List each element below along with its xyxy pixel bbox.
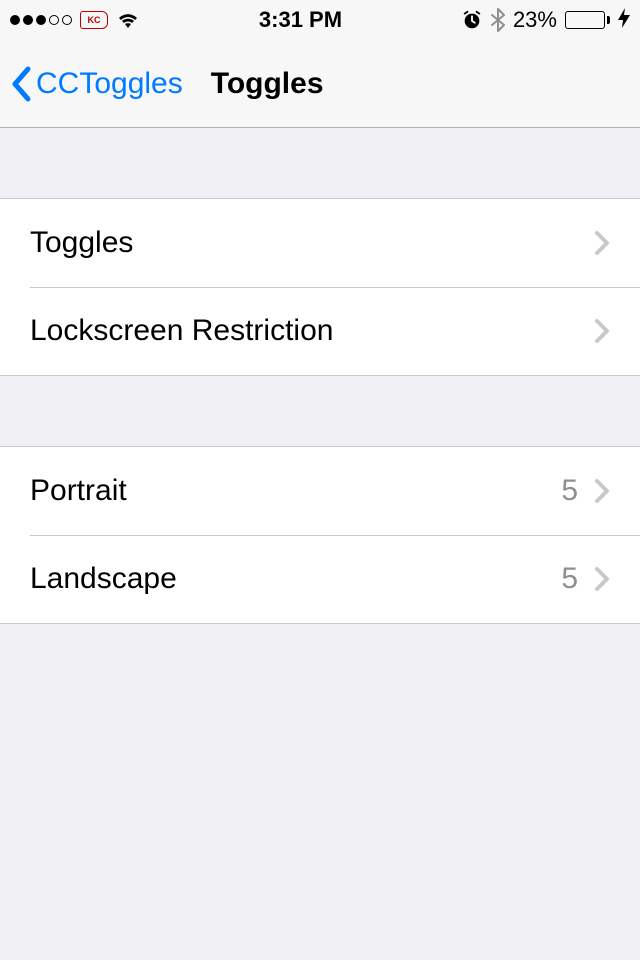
cell-toggles[interactable]: Toggles (0, 199, 640, 287)
cell-value: 5 (561, 562, 578, 596)
chevron-right-icon (594, 230, 610, 256)
chevron-right-icon (594, 478, 610, 504)
battery-percent: 23% (513, 7, 557, 33)
alarm-icon (461, 9, 483, 31)
status-left: KC (10, 10, 140, 30)
battery-icon (565, 11, 610, 29)
chevron-left-icon (10, 66, 32, 102)
back-label: CCToggles (36, 67, 183, 101)
chevron-right-icon (594, 566, 610, 592)
charging-icon (618, 8, 630, 33)
status-right: 23% (461, 7, 630, 33)
wifi-icon (116, 10, 140, 30)
cell-landscape[interactable]: Landscape 5 (0, 535, 640, 623)
page-title: Toggles (211, 67, 324, 101)
cell-label: Portrait (30, 474, 561, 508)
settings-group-1: Toggles Lockscreen Restriction (0, 198, 640, 376)
chevron-right-icon (594, 318, 610, 344)
cell-lockscreen-restriction[interactable]: Lockscreen Restriction (0, 287, 640, 375)
section-spacer (0, 376, 640, 446)
signal-strength-icon (10, 15, 72, 25)
cell-label: Landscape (30, 562, 561, 596)
section-spacer (0, 128, 640, 198)
bluetooth-icon (491, 8, 505, 32)
carrier-logo-icon: KC (80, 11, 108, 29)
cell-label: Toggles (30, 226, 594, 260)
navigation-bar: CCToggles Toggles (0, 40, 640, 128)
status-time: 3:31 PM (259, 7, 342, 33)
cell-portrait[interactable]: Portrait 5 (0, 447, 640, 535)
cell-value: 5 (561, 474, 578, 508)
cell-label: Lockscreen Restriction (30, 314, 594, 348)
status-bar: KC 3:31 PM 23% (0, 0, 640, 40)
back-button[interactable]: CCToggles (10, 66, 183, 102)
settings-group-2: Portrait 5 Landscape 5 (0, 446, 640, 624)
